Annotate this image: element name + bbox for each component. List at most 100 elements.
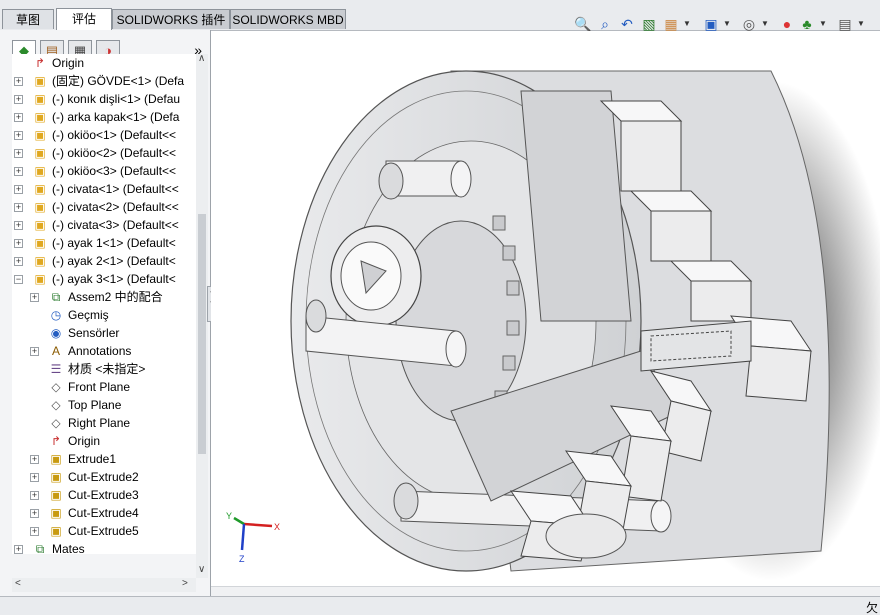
sensors-icon: ◉ xyxy=(50,326,62,340)
tree-item-label: Geçmiş xyxy=(68,308,109,322)
tree-item-label: Cut-Extrude4 xyxy=(68,506,139,520)
z-axis-label: Z xyxy=(239,554,245,564)
expand-toggle-icon[interactable]: + xyxy=(14,545,23,554)
expand-toggle-icon[interactable]: + xyxy=(14,239,23,248)
expand-toggle-icon[interactable]: + xyxy=(14,167,23,176)
expand-toggle-icon[interactable]: + xyxy=(14,221,23,230)
scrollbar-thumb[interactable] xyxy=(198,214,206,454)
tree-item[interactable]: ◇ Front Plane xyxy=(12,378,196,396)
tree-item-label: Extrude1 xyxy=(68,452,117,466)
tree-item[interactable]: + ▣ (-) okiöo<2> (Default<< xyxy=(12,144,196,162)
tree-item-label: (-) ayak 1<1> (Default< xyxy=(52,236,176,250)
expand-toggle-icon[interactable]: + xyxy=(14,77,23,86)
tree-item-label: (-) civata<3> (Default<< xyxy=(52,218,179,232)
tree-item[interactable]: + ▣ Cut-Extrude4 xyxy=(12,504,196,522)
scroll-up-icon[interactable]: ∧ xyxy=(198,53,205,64)
tree-item[interactable]: + ▣ (-) arka kapak<1> (Defa xyxy=(12,108,196,126)
tree-item-label: Cut-Extrude2 xyxy=(68,470,139,484)
tree-item[interactable]: ↱ Origin xyxy=(12,432,196,450)
view-triad: X Y Z xyxy=(226,508,286,564)
tree-item-label: Origin xyxy=(52,56,85,70)
expand-toggle-icon[interactable]: + xyxy=(14,113,23,122)
expand-toggle-icon[interactable]: + xyxy=(30,347,39,356)
tree-item-label: Right Plane xyxy=(68,416,131,430)
annotations-icon: A xyxy=(51,344,60,358)
tree-item-label: Top Plane xyxy=(68,398,122,412)
tree-item[interactable]: + ▣ Cut-Extrude2 xyxy=(12,468,196,486)
expand-toggle-icon[interactable]: + xyxy=(14,257,23,266)
part-icon: ▣ xyxy=(34,128,46,142)
tree-item-label: (-) okiöo<1> (Default<< xyxy=(52,128,177,142)
tree-item[interactable]: + ▣ Cut-Extrude5 xyxy=(12,522,196,540)
expand-toggle-icon[interactable]: + xyxy=(30,527,39,536)
tree-item[interactable]: + ▣ (-) ayak 1<1> (Default< xyxy=(12,234,196,252)
tree-item[interactable]: + ▣ (-) ayak 2<1> (Default< xyxy=(12,252,196,270)
tree-item[interactable]: ◉ Sensörler xyxy=(12,324,196,342)
tree-item[interactable]: + ▣ (-) konık dişli<1> (Defau xyxy=(12,90,196,108)
part-icon: ▣ xyxy=(34,182,46,196)
tree-item[interactable]: ◇ Top Plane xyxy=(12,396,196,414)
tree-item-label: (-) arka kapak<1> (Defa xyxy=(52,110,180,124)
tree-item[interactable]: + ▣ (-) civata<1> (Default<< xyxy=(12,180,196,198)
tree-item[interactable]: + ⧉ Mates xyxy=(12,540,196,554)
mates-icon: ⧉ xyxy=(51,290,61,304)
tree-item[interactable]: + ▣ (-) okiöo<1> (Default<< xyxy=(12,126,196,144)
tab-solidworks-addins[interactable]: SOLIDWORKS 插件 xyxy=(112,9,230,29)
expand-toggle-icon[interactable]: + xyxy=(30,491,39,500)
status-bar: 欠 xyxy=(0,596,880,615)
tab-evaluate[interactable]: 评估 xyxy=(56,8,112,30)
tree-horizontal-scrollbar[interactable]: < > xyxy=(12,578,196,592)
tree-item-label: (-) ayak 2<1> (Default< xyxy=(52,254,176,268)
tree-item-label: (固定) GÖVDE<1> (Defa xyxy=(52,74,185,88)
tree-item[interactable]: + ▣ (-) civata<3> (Default<< xyxy=(12,216,196,234)
tree-item[interactable]: ◇ Right Plane xyxy=(12,414,196,432)
tree-item[interactable]: ☰ 材质 <未指定> xyxy=(12,360,196,378)
expand-toggle-icon[interactable]: + xyxy=(30,473,39,482)
collapse-toggle-icon[interactable]: − xyxy=(14,275,23,284)
origin-icon: ↱ xyxy=(34,56,46,70)
expand-toggle-icon[interactable]: + xyxy=(30,293,39,302)
tree-item[interactable]: ↱ Origin xyxy=(12,54,196,72)
tree-item[interactable]: + ▣ (固定) GÖVDE<1> (Defa xyxy=(12,72,196,90)
tree-item-label: 材质 <未指定> xyxy=(68,362,146,376)
tree-item[interactable]: + ⧉ Assem2 中的配合 xyxy=(12,288,196,306)
expand-toggle-icon[interactable]: + xyxy=(14,149,23,158)
tree-item-label: (-) okiöo<2> (Default<< xyxy=(52,146,177,160)
scroll-left-icon[interactable]: < xyxy=(15,578,21,589)
tab-sketch[interactable]: 草图 xyxy=(2,9,54,29)
expand-toggle-icon[interactable]: + xyxy=(14,131,23,140)
feature-tree: ↱ Origin + ▣ (固定) GÖVDE<1> (Defa + ▣ (-) konık … xyxy=(12,54,196,554)
expand-toggle-icon[interactable]: + xyxy=(14,95,23,104)
expand-toggle-icon[interactable]: + xyxy=(30,455,39,464)
tree-item[interactable]: + A Annotations xyxy=(12,342,196,360)
tree-item[interactable]: + ▣ (-) okiöo<3> (Default<< xyxy=(12,162,196,180)
tree-item-label: (-) civata<2> (Default<< xyxy=(52,200,179,214)
tree-item[interactable]: ◷ Geçmiş xyxy=(12,306,196,324)
tree-item-label: (-) civata<1> (Default<< xyxy=(52,182,179,196)
scroll-down-icon[interactable]: ∨ xyxy=(198,564,205,575)
cut-extrude-icon: ▣ xyxy=(50,506,62,520)
graphics-area[interactable] xyxy=(211,31,880,586)
tree-item-label: (-) ayak 3<1> (Default< xyxy=(52,272,176,286)
tree-item-label: Assem2 中的配合 xyxy=(68,290,163,304)
expand-toggle-icon[interactable]: + xyxy=(14,203,23,212)
expand-toggle-icon[interactable]: + xyxy=(14,185,23,194)
status-text: 欠 xyxy=(865,601,878,615)
part-icon: ▣ xyxy=(34,254,46,268)
part-icon: ▣ xyxy=(34,164,46,178)
scroll-right-icon[interactable]: > xyxy=(182,578,188,589)
expand-toggle-icon[interactable]: + xyxy=(30,509,39,518)
assembly-model-render xyxy=(290,70,880,581)
tab-solidworks-mbd[interactable]: SOLIDWORKS MBD xyxy=(230,9,346,29)
tree-item-label: Mates xyxy=(52,542,85,554)
part-icon: ▣ xyxy=(34,146,46,160)
tree-item[interactable]: + ▣ Cut-Extrude3 xyxy=(12,486,196,504)
part-icon: ▣ xyxy=(34,110,46,124)
part-icon: ▣ xyxy=(34,92,46,106)
part-icon: ▣ xyxy=(34,74,46,88)
cut-extrude-icon: ▣ xyxy=(50,470,62,484)
origin-icon: ↱ xyxy=(50,434,62,448)
tree-item[interactable]: − ▣ (-) ayak 3<1> (Default< xyxy=(12,270,196,288)
tree-item[interactable]: + ▣ (-) civata<2> (Default<< xyxy=(12,198,196,216)
tree-item[interactable]: + ▣ Extrude1 xyxy=(12,450,196,468)
